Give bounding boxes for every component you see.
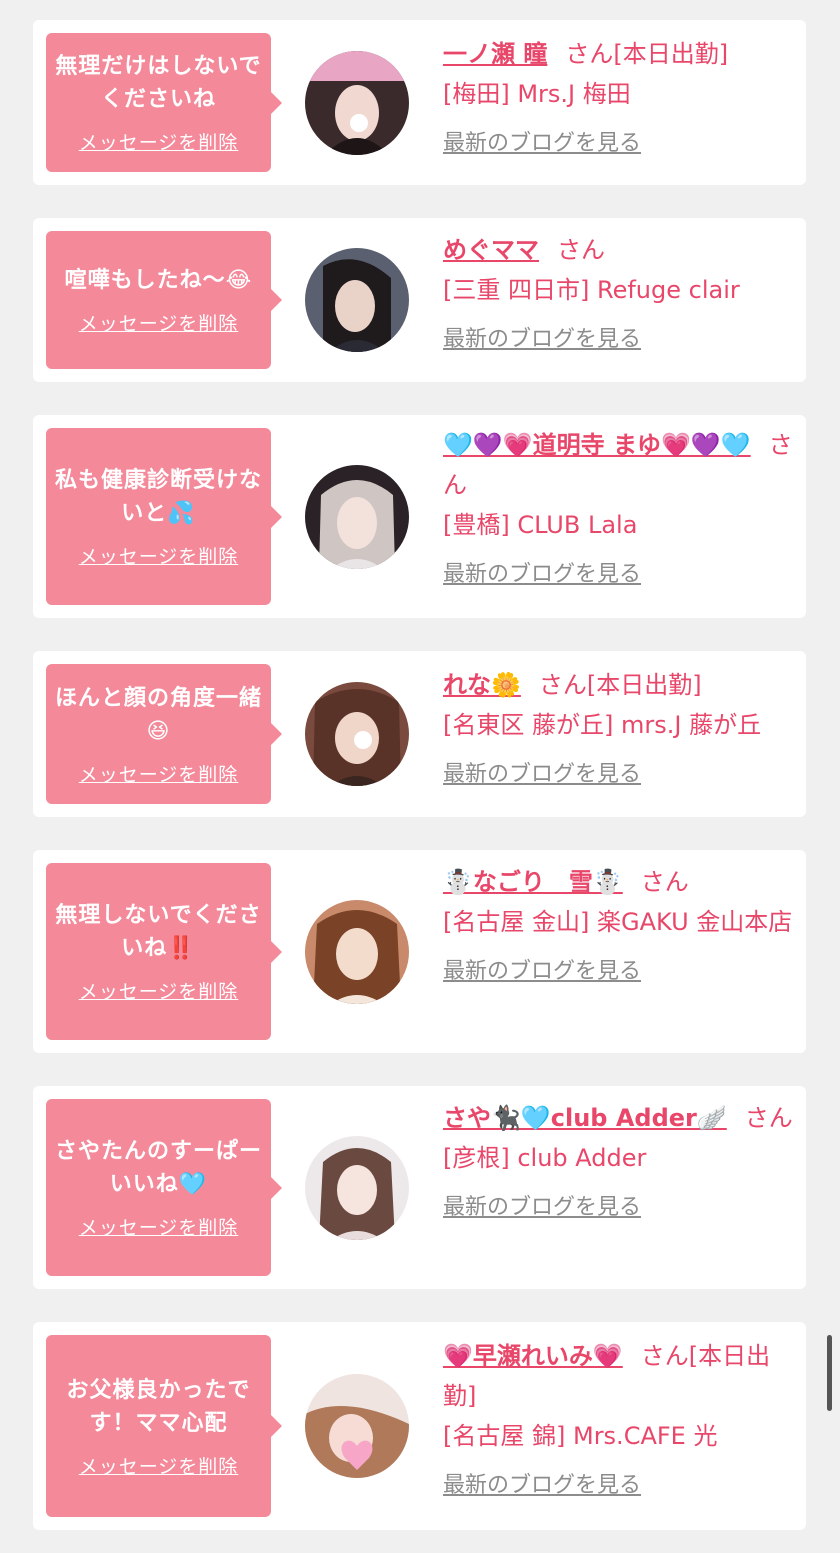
avatar[interactable] [305,1374,409,1478]
avatar[interactable] [305,51,409,155]
message-text: さやたんのすーぱーいいね🩵 [54,1139,262,1197]
message-text: お父様良かったです！ママ心配 [66,1377,251,1436]
message-text: 私も健康診断受けないと💦 [54,468,262,526]
avatar[interactable] [305,1136,409,1240]
cast-name-link[interactable]: 🩵💜💗道明寺 まゆ💗💜🩵 [443,431,751,459]
message-text: 無理しないでくださいね‼️ [55,903,262,961]
scrollbar[interactable] [827,1335,832,1411]
shop-name: [名古屋 金山] 楽GAKU 金山本店 [443,908,793,936]
avatar[interactable] [305,682,409,786]
woman-portrait-icon [305,900,409,1004]
message-text: 無理だけはしないでくださいね [55,54,262,112]
shop-name: [名古屋 錦] Mrs.CAFE 光 [443,1422,718,1450]
status-badge: [本日出勤] [613,40,729,68]
cast-name-link[interactable]: れな🌼 [443,671,521,699]
shop-name: [三重 四日市] Refuge clair [443,276,740,304]
woman-portrait-icon [305,51,409,155]
shop-name: [豊橋] CLUB Lala [443,511,638,539]
blog-link[interactable]: 最新のブログを見る [443,128,641,160]
avatar[interactable] [305,248,409,352]
cast-info: ☃️なごり 雪☃️ さん [名古屋 金山] 楽GAKU 金山本店 最新のブログを見… [443,862,798,988]
status-badge: [本日出勤] [586,671,702,699]
blog-link[interactable]: 最新のブログを見る [443,324,641,356]
shop-name: [梅田] Mrs.J 梅田 [443,80,631,108]
honorific: さん [538,671,587,699]
message-bubble: 私も健康診断受けないと💦 メッセージを削除 [46,428,282,605]
message-text: 喧嘩もしたね〜😂 [64,268,253,293]
delete-message-link[interactable]: メッセージを削除 [79,1213,239,1240]
message-text: ほんと顔の角度一緒😆 [54,685,262,744]
message-bubble: さやたんのすーぱーいいね🩵 メッセージを削除 [46,1099,282,1276]
woman-portrait-icon [305,465,409,569]
message-card: さやたんのすーぱーいいね🩵 メッセージを削除 さや🐈‍⬛🩵club Adder🪽… [33,1086,806,1289]
message-card: 無理だけはしないでくださいね メッセージを削除 一ノ瀬 瞳さん[本日出勤] [梅… [33,20,806,185]
cast-name-link[interactable]: 💗早瀬れいみ💗 [443,1342,623,1370]
honorific: さん [565,40,614,68]
message-card: お父様良かったです！ママ心配 メッセージを削除 💗早瀬れいみ💗 さん[本日出勤] … [33,1322,806,1530]
blog-link[interactable]: 最新のブログを見る [443,1470,641,1502]
delete-message-link[interactable]: メッセージを削除 [79,309,239,336]
message-card: ほんと顔の角度一緒😆 メッセージを削除 れな🌼 さん[本日出勤] [名東区 藤が丘… [33,651,806,817]
cast-name-link[interactable]: めぐママ [443,236,539,264]
delete-message-link[interactable]: メッセージを削除 [79,977,239,1004]
woman-portrait-icon [305,248,409,352]
message-card: 喧嘩もしたね〜😂 メッセージを削除 めぐママ さん [三重 四日市] Refuge… [33,218,806,382]
delete-message-link[interactable]: メッセージを削除 [79,128,239,155]
woman-portrait-icon [305,1374,409,1478]
delete-message-link[interactable]: メッセージを削除 [79,1452,239,1479]
blog-link[interactable]: 最新のブログを見る [443,1192,641,1224]
message-card: 無理しないでくださいね‼️ メッセージを削除 ☃️なごり 雪☃️ さん [名古屋 … [33,850,806,1053]
avatar[interactable] [305,900,409,1004]
message-list: 無理だけはしないでくださいね メッセージを削除 一ノ瀬 瞳さん[本日出勤] [梅… [0,0,840,1553]
cast-name-link[interactable]: さや🐈‍⬛🩵club Adder🪽 [443,1104,727,1132]
message-bubble: 無理しないでくださいね‼️ メッセージを削除 [46,863,282,1040]
delete-message-link[interactable]: メッセージを削除 [79,542,239,569]
cast-info: 一ノ瀬 瞳さん[本日出勤] [梅田] Mrs.J 梅田 最新のブログを見る [443,34,798,160]
message-bubble: お父様良かったです！ママ心配 メッセージを削除 [46,1335,282,1517]
blog-link[interactable]: 最新のブログを見る [443,559,641,591]
cast-info: めぐママ さん [三重 四日市] Refuge clair 最新のブログを見る [443,230,798,356]
woman-portrait-icon [305,682,409,786]
cast-name-link[interactable]: ☃️なごり 雪☃️ [443,868,623,896]
message-bubble: ほんと顔の角度一緒😆 メッセージを削除 [46,664,282,804]
honorific: さん [557,236,605,264]
honorific: さん [744,1104,793,1132]
shop-name: [彦根] club Adder [443,1144,647,1172]
cast-info: 🩵💜💗道明寺 まゆ💗💜🩵 さん [豊橋] CLUB Lala 最新のブログを見る [443,425,798,591]
honorific: さん [640,1342,689,1370]
message-card: 私も健康診断受けないと💦 メッセージを削除 🩵💜💗道明寺 まゆ💗💜🩵 さん [豊橋… [33,415,806,618]
message-bubble: 喧嘩もしたね〜😂 メッセージを削除 [46,231,282,369]
cast-info: 💗早瀬れいみ💗 さん[本日出勤] [名古屋 錦] Mrs.CAFE 光 最新のブロ… [443,1336,798,1502]
blog-link[interactable]: 最新のブログを見る [443,759,641,791]
shop-name: [名東区 藤が丘] mrs.J 藤が丘 [443,711,762,739]
cast-info: れな🌼 さん[本日出勤] [名東区 藤が丘] mrs.J 藤が丘 最新のブログを見… [443,665,798,791]
delete-message-link[interactable]: メッセージを削除 [79,760,239,787]
cast-name-link[interactable]: 一ノ瀬 瞳 [443,40,547,68]
honorific: さん [640,868,689,896]
message-bubble: 無理だけはしないでくださいね メッセージを削除 [46,33,282,172]
woman-portrait-icon [305,1136,409,1240]
blog-link[interactable]: 最新のブログを見る [443,956,641,988]
avatar[interactable] [305,465,409,569]
cast-info: さや🐈‍⬛🩵club Adder🪽 さん [彦根] club Adder 最新のブ… [443,1098,798,1224]
